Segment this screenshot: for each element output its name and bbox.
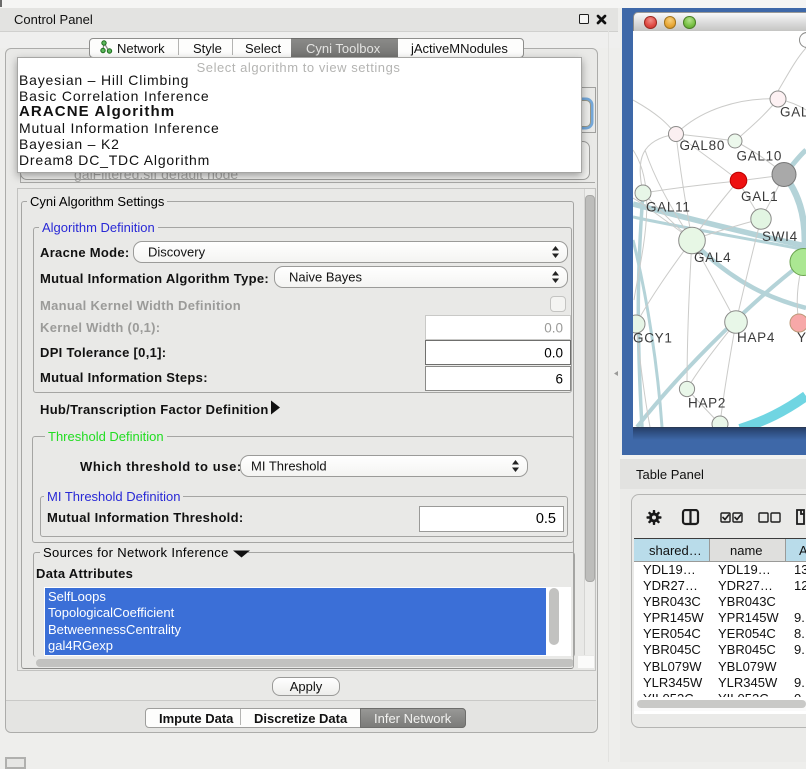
svg-text:GAL1: GAL1 [741, 189, 778, 204]
svg-text:HAP2: HAP2 [688, 396, 726, 411]
svg-text:GAL11: GAL11 [646, 200, 691, 215]
svg-text:GAL7: GAL7 [780, 105, 806, 120]
svg-text:SWI4: SWI4 [762, 229, 798, 244]
svg-text:YM: YM [797, 330, 806, 345]
svg-text:GAL80: GAL80 [680, 138, 726, 153]
svg-text:GCY1: GCY1 [633, 331, 673, 346]
svg-text:HAP4: HAP4 [737, 330, 775, 345]
svg-text:GAL4: GAL4 [694, 250, 731, 265]
svg-text:GAL10: GAL10 [737, 149, 783, 164]
